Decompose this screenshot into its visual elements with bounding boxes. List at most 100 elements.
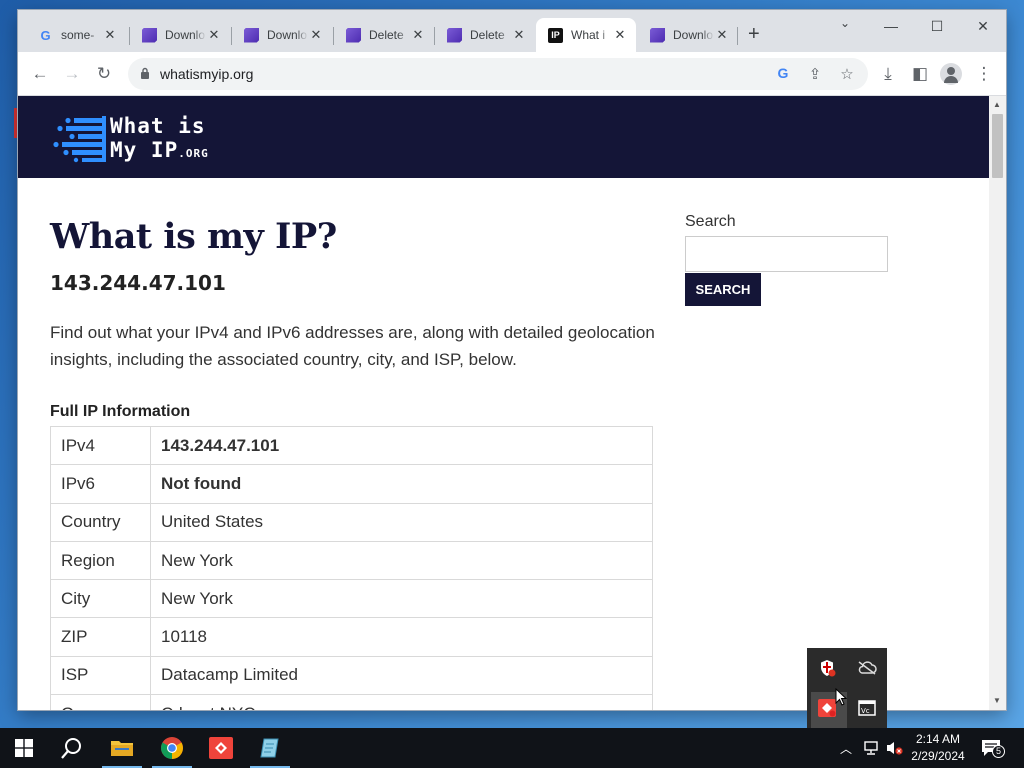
- close-window-button[interactable]: ✕: [960, 18, 1006, 35]
- table-row: Org Cdnext NYC: [50, 694, 653, 710]
- scroll-down-arrow-icon[interactable]: ▼: [993, 696, 1001, 705]
- tab-title: Downlo: [165, 28, 206, 42]
- close-tab-icon[interactable]: ✕: [410, 27, 426, 43]
- table-row: ISP Datacamp Limited: [50, 655, 653, 696]
- chrome-icon: [161, 737, 183, 759]
- share-icon[interactable]: ⇪: [806, 65, 824, 83]
- clock-date: 2/29/2024: [911, 749, 965, 763]
- search-button[interactable]: SEARCH: [685, 273, 761, 306]
- row-label: ZIP: [50, 617, 151, 657]
- close-tab-icon[interactable]: ✕: [102, 27, 118, 43]
- mouse-cursor-icon: [835, 688, 847, 706]
- forward-arrow-icon[interactable]: →: [62, 64, 82, 84]
- row-label: ISP: [50, 655, 151, 696]
- scroll-up-arrow-icon[interactable]: ▲: [993, 100, 1001, 109]
- logo-suffix: .ORG: [178, 147, 209, 160]
- tab-title: Delete: [369, 28, 404, 42]
- side-panel-icon[interactable]: ◧: [910, 64, 930, 84]
- volume-muted-icon[interactable]: [885, 740, 903, 756]
- tab-google-search[interactable]: G some- ✕: [26, 18, 126, 52]
- ip-icon: IP: [548, 27, 563, 43]
- table-row: City New York: [50, 579, 653, 619]
- tab-delete-1[interactable]: Delete ✕: [334, 18, 434, 52]
- google-lens-icon[interactable]: G: [774, 65, 792, 81]
- tab-title: Downlo: [673, 28, 714, 42]
- reload-icon[interactable]: ↻: [94, 64, 114, 84]
- scrollbar-thumb[interactable]: [992, 114, 1003, 178]
- row-label: City: [50, 579, 151, 619]
- row-value: 10118: [150, 617, 653, 657]
- new-tab-button[interactable]: +: [748, 24, 760, 44]
- notepad-taskbar-button[interactable]: [246, 728, 294, 768]
- chrome-taskbar-button[interactable]: [148, 728, 196, 768]
- tab-divider: [737, 27, 738, 45]
- tab-delete-2[interactable]: Delete ✕: [435, 18, 535, 52]
- row-label: Org: [50, 694, 151, 710]
- row-value: 143.244.47.101: [150, 425, 653, 466]
- notification-center-button[interactable]: 5: [980, 738, 1005, 758]
- taskbar-clock[interactable]: 2:14 AM 2/29/2024: [902, 731, 974, 765]
- tab-download-2[interactable]: Downlo ✕: [232, 18, 332, 52]
- vnc-icon[interactable]: Vc: [856, 697, 878, 719]
- folder-icon: [111, 741, 133, 756]
- row-label: IPv4: [50, 425, 151, 466]
- browser-window: G some- ✕ Downlo ✕ Downlo ✕ Delete ✕ Del…: [18, 10, 1006, 710]
- intro-paragraph: Find out what your IPv4 and IPv6 address…: [50, 323, 655, 369]
- tab-download-1[interactable]: Downlo ✕: [130, 18, 230, 52]
- anydesk-taskbar-button[interactable]: [197, 728, 245, 768]
- logo-line-2: My IP: [110, 138, 179, 162]
- search-input[interactable]: [685, 236, 888, 272]
- circuit-logo-icon: [53, 116, 106, 163]
- tab-title: some-: [61, 28, 95, 42]
- close-tab-icon[interactable]: ✕: [714, 27, 730, 43]
- url-text[interactable]: whatismyip.org: [160, 66, 253, 82]
- tab-title: Downlo: [267, 28, 308, 42]
- logo-line-1: What is: [110, 114, 206, 138]
- ip-address-display: 143.244.47.101: [50, 271, 226, 295]
- tray-overflow-popup: Vc: [807, 648, 887, 728]
- google-icon: G: [40, 27, 51, 43]
- section-title: Full IP Information: [50, 403, 191, 420]
- menu-kebab-icon[interactable]: ⋮: [974, 64, 994, 84]
- minimize-button[interactable]: —: [868, 18, 914, 34]
- table-row: Region New York: [50, 540, 653, 581]
- tab-search-icon[interactable]: ⌄: [822, 16, 868, 30]
- back-arrow-icon[interactable]: ←: [30, 64, 50, 84]
- network-icon[interactable]: [862, 740, 880, 756]
- bookmark-star-icon[interactable]: ☆: [838, 65, 856, 83]
- page-scrollbar[interactable]: ▲ ▼: [989, 96, 1006, 710]
- security-shield-icon[interactable]: [816, 657, 838, 679]
- search-label: Search: [685, 213, 736, 230]
- download-icon[interactable]: ⤓: [878, 64, 898, 84]
- start-button[interactable]: [0, 728, 48, 768]
- close-tab-icon[interactable]: ✕: [511, 27, 527, 43]
- tab-whatismyip[interactable]: IP What i ✕: [536, 18, 636, 52]
- svg-text:Vc: Vc: [861, 707, 870, 715]
- close-tab-icon[interactable]: ✕: [612, 27, 628, 43]
- search-taskbar-button[interactable]: [48, 728, 96, 768]
- row-value: Datacamp Limited: [150, 655, 653, 696]
- close-tab-icon[interactable]: ✕: [206, 27, 222, 43]
- profile-avatar[interactable]: [940, 63, 962, 85]
- search-icon: [61, 738, 81, 759]
- file-explorer-button[interactable]: [98, 728, 146, 768]
- logo-wordmark: What is My IP.ORG: [110, 114, 209, 166]
- document-icon: [244, 27, 259, 43]
- maximize-button[interactable]: ☐: [914, 18, 960, 35]
- address-bar[interactable]: whatismyip.org G ⇪ ☆: [128, 58, 868, 90]
- show-hidden-icons-chevron[interactable]: ︿: [840, 740, 852, 757]
- document-icon: [650, 27, 665, 43]
- page-viewport: What is My IP.ORG What is my IP? 143.244…: [18, 96, 1006, 710]
- tab-title: Delete: [470, 28, 505, 42]
- site-header: What is My IP.ORG: [18, 96, 989, 178]
- document-icon: [346, 27, 361, 43]
- page-title: What is my IP?: [50, 216, 337, 257]
- tab-download-3[interactable]: Downlo ✕: [638, 18, 738, 52]
- cloud-offline-icon[interactable]: [856, 657, 878, 679]
- site-logo[interactable]: What is My IP.ORG: [52, 114, 232, 164]
- close-tab-icon[interactable]: ✕: [308, 27, 324, 43]
- document-icon: [142, 27, 157, 43]
- ip-info-table: IPv4 143.244.47.101 IPv6 Not found Count…: [50, 425, 653, 710]
- table-row: Country United States: [50, 502, 653, 542]
- row-label: IPv6: [50, 464, 151, 504]
